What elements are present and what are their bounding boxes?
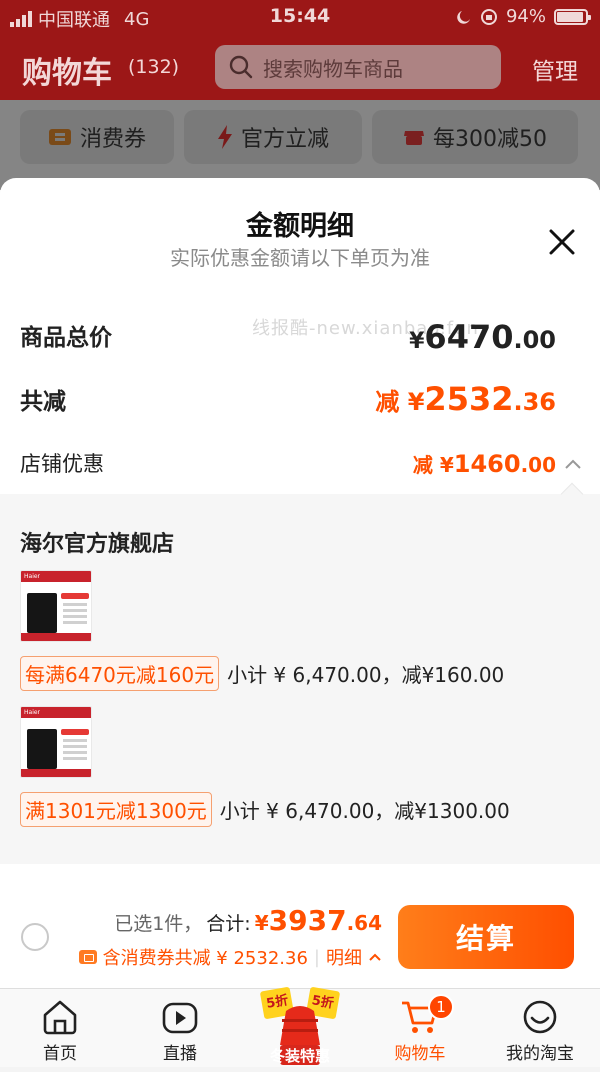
tab-my-taobao[interactable]: 我的淘宝 <box>480 989 600 1068</box>
subtotal-text: 小计 ¥ 6,470.00，减¥1300.00 <box>219 799 510 823</box>
coupon-icon <box>48 129 71 145</box>
promo-tag: 满1301元减1300元 <box>20 792 212 827</box>
total-discount-label: 共减 <box>20 389 66 415</box>
shop-icon <box>404 131 424 145</box>
winter-sale-label: 冬装特惠 <box>269 1047 330 1065</box>
search-icon <box>229 55 253 79</box>
sheet-subtitle: 实际优惠金额请以下单页为准 <box>170 246 430 270</box>
shop-discount-label: 店铺优惠 <box>20 452 104 476</box>
moon-icon <box>457 10 470 24</box>
promo-row: 满1301元减1300元 小计 ¥ 6,470.00，减¥1300.00 <box>20 792 510 827</box>
detail-link: 明细 <box>326 948 362 969</box>
total-discount-value: 减 ¥2532.36 <box>375 380 556 418</box>
cart-header: 购物车 (132) 搜索购物车商品 管理 <box>0 34 600 100</box>
battery-icon <box>554 8 591 25</box>
discount-summary-text: 含消费券共减 ¥ 2532.36 <box>102 948 308 969</box>
tab-bar: 首页 直播 5折 5折 冬装特惠 购物车 1 我的淘宝 <box>0 987 600 1068</box>
home-icon <box>43 1000 77 1035</box>
select-all-checkbox[interactable] <box>21 923 49 951</box>
cart-count: (132) <box>128 56 180 78</box>
selected-count: 已选1件， <box>114 913 203 935</box>
chevron-up-icon <box>369 953 381 961</box>
tab-home[interactable]: 首页 <box>0 989 120 1068</box>
close-icon[interactable] <box>548 228 576 256</box>
winter-sale-top: 5折 <box>265 993 290 1012</box>
product-thumbnail[interactable]: Haier <box>20 706 92 778</box>
tab-live[interactable]: 直播 <box>120 989 240 1068</box>
checkout-bar: 已选1件， 合计: ¥3937.64 含消费券共减 ¥ 2532.36 | 明细… <box>0 890 600 988</box>
coupon-icon <box>78 950 97 964</box>
filter-coupon-label: 消费券 <box>79 127 146 152</box>
status-bar: 中国联通 4G 15:44 94% <box>0 0 600 34</box>
tab-my-taobao-label: 我的淘宝 <box>506 1044 574 1064</box>
filter-official-discount[interactable]: 官方立减 <box>184 110 362 164</box>
filter-shop-promo[interactable]: 每300减50 <box>372 110 578 164</box>
orientation-lock-icon <box>480 8 497 25</box>
tab-cart-label: 购物车 <box>394 1044 446 1064</box>
lightning-icon <box>217 125 232 149</box>
promo-tag: 每满6470元减160元 <box>20 656 220 691</box>
checkout-button[interactable]: 结算 <box>398 905 574 969</box>
shop-name: 海尔官方旗舰店 <box>20 532 175 557</box>
page-title: 购物车 <box>22 56 112 91</box>
total-label: 合计: <box>206 913 251 935</box>
filter-shop-promo-label: 每300减50 <box>433 127 547 152</box>
search-input[interactable]: 搜索购物车商品 <box>215 45 501 89</box>
tab-live-label: 直播 <box>163 1044 197 1064</box>
checkout-total: ¥3937.64 <box>254 904 382 937</box>
shop-discount-detail: 海尔官方旗舰店 Haier 每满6470元减160元 小计 ¥ 6,470.00… <box>0 482 600 864</box>
sheet-title: 金额明细 <box>246 211 354 242</box>
shop-discount-value: 减 ¥1460.00 <box>412 450 556 478</box>
tab-cart[interactable]: 购物车 1 <box>360 989 480 1068</box>
cart-badge: 1 <box>428 994 454 1020</box>
product-thumbnail[interactable]: Haier <box>20 570 92 642</box>
profile-face-icon <box>523 1000 557 1034</box>
live-icon <box>162 1002 198 1034</box>
subtotal-text: 小计 ¥ 6,470.00，减¥160.00 <box>227 663 505 687</box>
manage-button[interactable]: 管理 <box>532 52 578 86</box>
promo-row: 每满6470元减160元 小计 ¥ 6,470.00，减¥160.00 <box>20 656 504 691</box>
discount-summary[interactable]: 含消费券共减 ¥ 2532.36 | 明细 <box>78 944 382 970</box>
shop-discount-toggle[interactable]: 减 ¥1460.00 <box>413 449 582 478</box>
amount-detail-sheet: 金额明细 实际优惠金额请以下单页为准 商品总价 线报酷-new.xianbao.… <box>0 178 600 988</box>
total-price-value: ¥6470.00 <box>409 318 556 356</box>
total-price-label: 商品总价 <box>20 325 112 351</box>
winter-sale-top-2: 5折 <box>310 993 335 1012</box>
filter-bar: 消费券 官方立减 每300减50 <box>0 100 600 190</box>
filter-coupon[interactable]: 消费券 <box>20 110 174 164</box>
tab-winter-sale[interactable]: 5折 5折 冬装特惠 <box>258 983 342 1068</box>
battery-percent: 94% <box>505 6 546 27</box>
chevron-up-icon <box>565 459 581 469</box>
tab-home-label: 首页 <box>43 1044 77 1064</box>
filter-official-discount-label: 官方立减 <box>240 127 329 152</box>
selection-summary: 已选1件， 合计: ¥3937.64 <box>114 904 382 937</box>
search-placeholder: 搜索购物车商品 <box>263 56 403 81</box>
